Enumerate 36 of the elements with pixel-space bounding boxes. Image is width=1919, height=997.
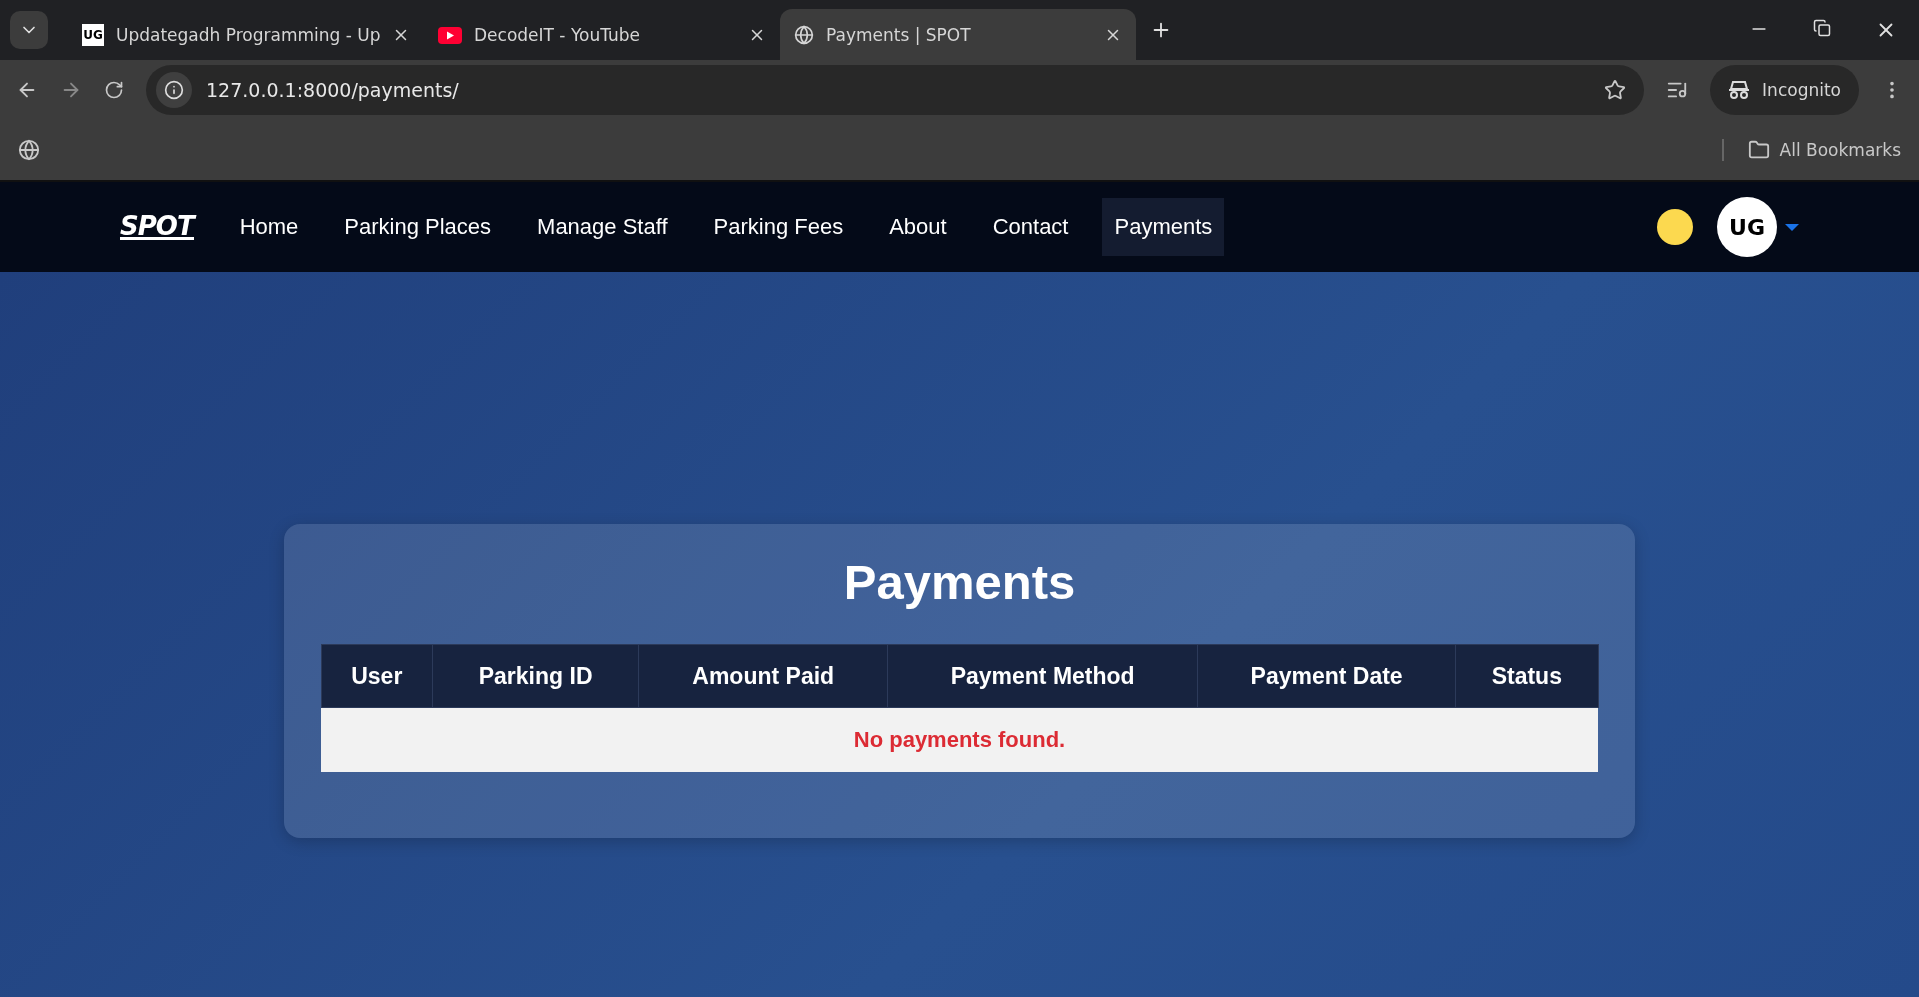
column-header: Payment Method (887, 644, 1198, 708)
caret-icon[interactable] (1785, 223, 1799, 231)
column-header: User (321, 644, 433, 708)
globe-icon (794, 24, 814, 45)
nav-link[interactable]: Manage Staff (525, 198, 680, 256)
nav-link[interactable]: Parking Places (332, 198, 504, 256)
folder-icon (1747, 139, 1770, 161)
incognito-button[interactable]: Incognito (1710, 65, 1859, 115)
column-header: Parking ID (432, 644, 639, 708)
browser-tab[interactable]: Payments | SPOT (780, 9, 1136, 60)
nav-link[interactable]: About (877, 198, 959, 256)
info-icon[interactable] (156, 72, 192, 108)
star-icon[interactable] (1604, 79, 1627, 101)
browser-tab[interactable]: DecodeIT - YouTube (424, 15, 780, 55)
reload-icon[interactable] (104, 80, 124, 100)
restore-icon[interactable] (1813, 19, 1831, 37)
logo[interactable]: SPOT (120, 214, 194, 240)
avatar[interactable]: UG (1717, 197, 1777, 257)
nav-link[interactable]: Payments (1102, 198, 1225, 256)
play-logo-icon (438, 26, 462, 44)
empty-message: No payments found. (853, 727, 1066, 752)
browser-tab[interactable]: UG Updategadh Programming - Up (68, 15, 424, 55)
nav-link[interactable]: Parking Fees (701, 198, 856, 256)
globe-icon[interactable] (18, 139, 40, 161)
url-text: 127.0.0.1:8000/payments/ (206, 79, 460, 101)
nav-link[interactable]: Home (227, 198, 311, 256)
incognito-icon (1728, 80, 1751, 100)
page-title: Payments (843, 554, 1076, 610)
nav-link[interactable]: Contact (980, 198, 1081, 256)
site-logo: UG (82, 24, 104, 46)
address-bar[interactable]: 127.0.0.1:8000/payments/ (146, 65, 1645, 115)
all-bookmarks-button[interactable]: All Bookmarks (1721, 139, 1901, 161)
column-header: Payment Date (1197, 644, 1456, 708)
column-header: Status (1455, 644, 1598, 708)
column-header: Amount Paid (638, 644, 888, 708)
theme-toggle-icon[interactable] (1657, 209, 1693, 245)
